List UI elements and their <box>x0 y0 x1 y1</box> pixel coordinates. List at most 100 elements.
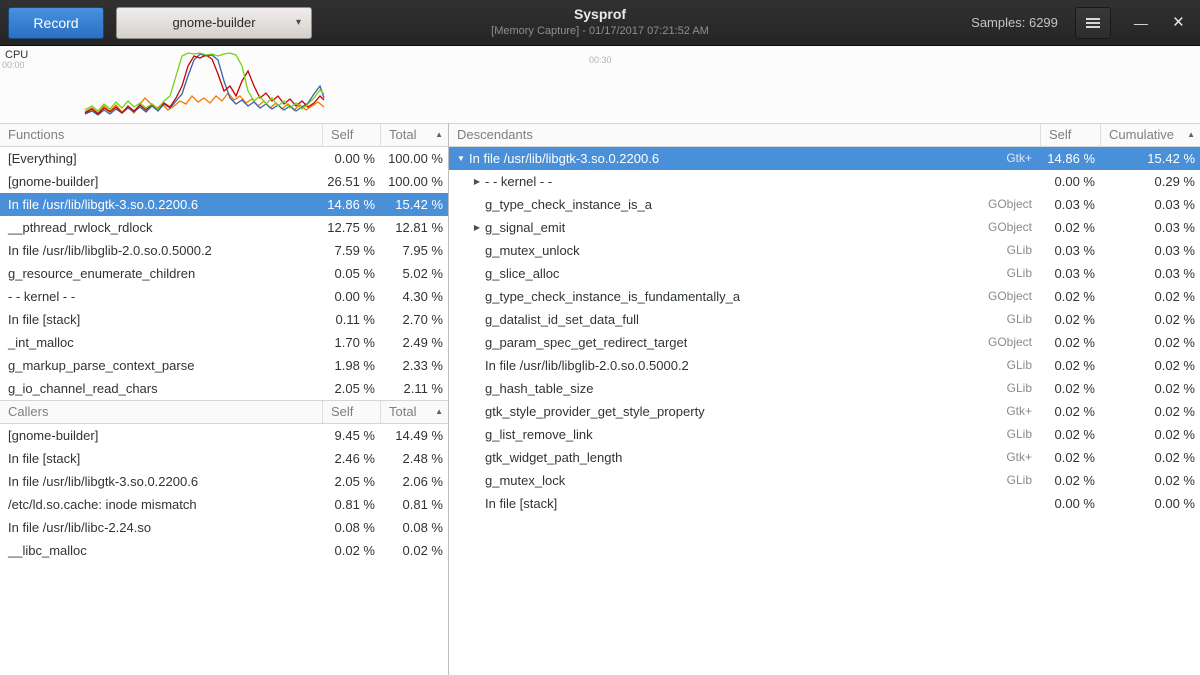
functions-column-header[interactable]: Functions <box>0 124 322 146</box>
total-value: 7.95 % <box>380 239 448 262</box>
callers-column-header[interactable]: Callers <box>0 401 322 423</box>
self-column-header[interactable]: Self <box>1040 124 1100 146</box>
total-column-label: Total <box>389 124 416 146</box>
function-name: __libc_malloc <box>0 539 322 562</box>
table-row[interactable]: - - kernel - -0.00 %4.30 % <box>0 285 448 308</box>
process-selector-label: gnome-builder <box>172 15 255 30</box>
menu-button[interactable] <box>1075 7 1111 39</box>
cumulative-column-header[interactable]: Cumulative ▲ <box>1100 124 1200 146</box>
total-value: 12.81 % <box>380 216 448 239</box>
library-category: GLib <box>999 377 1040 400</box>
self-value: 0.02 % <box>1040 354 1100 377</box>
self-value: 14.86 % <box>322 193 380 216</box>
hamburger-icon <box>1086 16 1100 30</box>
expander-closed-icon[interactable]: ▶ <box>469 216 485 239</box>
total-value: 2.33 % <box>380 354 448 377</box>
descendant-name-cell: g_type_check_instance_is_fundamentally_a… <box>449 285 1040 308</box>
table-row[interactable]: In file /usr/lib/libgtk-3.so.0.2200.614.… <box>0 193 448 216</box>
descendant-name: g_datalist_id_set_data_full <box>485 308 639 331</box>
self-value: 0.02 % <box>1040 285 1100 308</box>
table-row[interactable]: [gnome-builder]9.45 %14.49 % <box>0 424 448 447</box>
table-row[interactable]: /etc/ld.so.cache: inode mismatch0.81 %0.… <box>0 493 448 516</box>
descendant-name: gtk_widget_path_length <box>485 446 622 469</box>
function-name: /etc/ld.so.cache: inode mismatch <box>0 493 322 516</box>
descendant-name-cell: g_datalist_id_set_data_full GLib <box>449 308 1040 331</box>
descendant-name: g_list_remove_link <box>485 423 593 446</box>
close-button[interactable]: × <box>1171 13 1186 32</box>
table-row[interactable]: In file [stack]0.11 %2.70 % <box>0 308 448 331</box>
function-name: In file /usr/lib/libgtk-3.so.0.2200.6 <box>0 470 322 493</box>
tree-row[interactable]: In file /usr/lib/libglib-2.0.so.0.5000.2… <box>449 354 1200 377</box>
self-value: 9.45 % <box>322 424 380 447</box>
tree-row[interactable]: ▶g_signal_emitGObject0.02 %0.03 % <box>449 216 1200 239</box>
self-value: 0.00 % <box>1040 492 1100 515</box>
table-row[interactable]: __pthread_rwlock_rdlock12.75 %12.81 % <box>0 216 448 239</box>
table-row[interactable]: [Everything]0.00 %100.00 % <box>0 147 448 170</box>
library-category: GLib <box>999 308 1040 331</box>
function-name: In file /usr/lib/libglib-2.0.so.0.5000.2 <box>0 239 322 262</box>
descendants-column-header[interactable]: Descendants <box>449 124 1040 146</box>
sort-indicator-icon: ▲ <box>1187 124 1195 146</box>
cumulative-value: 0.02 % <box>1100 308 1200 331</box>
descendant-name-cell: gtk_style_provider_get_style_propertyGtk… <box>449 400 1040 423</box>
table-row[interactable]: In file /usr/lib/libc-2.24.so0.08 %0.08 … <box>0 516 448 539</box>
tree-row[interactable]: gtk_widget_path_lengthGtk+0.02 %0.02 % <box>449 446 1200 469</box>
table-row[interactable]: In file /usr/lib/libgtk-3.so.0.2200.6 2.0… <box>0 470 448 493</box>
table-row[interactable]: In file [stack]2.46 %2.48 % <box>0 447 448 470</box>
table-row[interactable]: g_io_channel_read_chars2.05 %2.11 % <box>0 377 448 400</box>
descendant-name: In file /usr/lib/libgtk-3.so.0.2200.6 <box>469 147 659 170</box>
library-category: Gtk+ <box>998 446 1040 469</box>
descendant-name-cell: ▶g_signal_emitGObject <box>449 216 1040 239</box>
descendant-name: g_type_check_instance_is_a <box>485 193 652 216</box>
self-value: 1.98 % <box>322 354 380 377</box>
expander-open-icon[interactable]: ▼ <box>453 147 469 170</box>
self-column-header[interactable]: Self <box>322 124 380 146</box>
table-row[interactable]: __libc_malloc0.02 %0.02 % <box>0 539 448 562</box>
self-value: 0.00 % <box>322 147 380 170</box>
minimize-button[interactable]: — <box>1128 15 1154 31</box>
self-value: 0.05 % <box>322 262 380 285</box>
tree-row[interactable]: g_mutex_unlockGLib0.03 %0.03 % <box>449 239 1200 262</box>
descendant-name: gtk_style_provider_get_style_property <box>485 400 705 423</box>
total-column-header[interactable]: Total ▲ <box>380 401 448 423</box>
tree-row[interactable]: g_list_remove_linkGLib0.02 %0.02 % <box>449 423 1200 446</box>
table-row[interactable]: _int_malloc1.70 %2.49 % <box>0 331 448 354</box>
tree-row[interactable]: g_slice_allocGLib0.03 %0.03 % <box>449 262 1200 285</box>
tree-row[interactable]: gtk_style_provider_get_style_propertyGtk… <box>449 400 1200 423</box>
expander-closed-icon[interactable]: ▶ <box>469 170 485 193</box>
descendants-panel: Descendants Self Cumulative ▲ ▼In file /… <box>449 123 1200 675</box>
table-row[interactable]: In file /usr/lib/libglib-2.0.so.0.5000.2… <box>0 239 448 262</box>
self-value: 0.11 % <box>322 308 380 331</box>
self-value: 14.86 % <box>1040 147 1100 170</box>
table-row[interactable]: g_resource_enumerate_children0.05 %5.02 … <box>0 262 448 285</box>
table-row[interactable]: [gnome-builder]26.51 %100.00 % <box>0 170 448 193</box>
self-value: 7.59 % <box>322 239 380 262</box>
tree-row[interactable]: g_mutex_lockGLib0.02 %0.02 % <box>449 469 1200 492</box>
tree-row[interactable]: g_datalist_id_set_data_fullGLib0.02 %0.0… <box>449 308 1200 331</box>
record-button[interactable]: Record <box>8 7 104 39</box>
self-value: 1.70 % <box>322 331 380 354</box>
total-value: 2.06 % <box>380 470 448 493</box>
total-column-header[interactable]: Total ▲ <box>380 124 448 146</box>
tree-row[interactable]: ▶- - kernel - -0.00 %0.29 % <box>449 170 1200 193</box>
table-row[interactable]: g_markup_parse_context_parse1.98 %2.33 % <box>0 354 448 377</box>
cpu-series-orange <box>85 93 324 113</box>
time-tick-start: 00:00 <box>2 60 25 70</box>
descendant-name: g_slice_alloc <box>485 262 559 285</box>
self-value: 0.00 % <box>1040 170 1100 193</box>
self-column-header[interactable]: Self <box>322 401 380 423</box>
tree-row[interactable]: g_param_spec_get_redirect_targetGObject0… <box>449 331 1200 354</box>
self-value: 2.05 % <box>322 377 380 400</box>
self-value: 0.02 % <box>1040 216 1100 239</box>
cumulative-value: 0.02 % <box>1100 400 1200 423</box>
tree-row[interactable]: g_type_check_instance_is_aGObject0.03 %0… <box>449 193 1200 216</box>
library-category: GObject <box>980 216 1040 239</box>
descendant-name: - - kernel - - <box>485 170 552 193</box>
tree-row[interactable]: In file [stack]0.00 %0.00 % <box>449 492 1200 515</box>
tree-row[interactable]: g_hash_table_sizeGLib0.02 %0.02 % <box>449 377 1200 400</box>
tree-row[interactable]: g_type_check_instance_is_fundamentally_a… <box>449 285 1200 308</box>
tree-row[interactable]: ▼In file /usr/lib/libgtk-3.so.0.2200.6Gt… <box>449 147 1200 170</box>
total-value: 2.11 % <box>380 377 448 400</box>
cpu-timeline[interactable]: CPU 00:00 00:30 <box>0 46 1200 123</box>
process-selector[interactable]: gnome-builder ▾ <box>116 7 312 39</box>
